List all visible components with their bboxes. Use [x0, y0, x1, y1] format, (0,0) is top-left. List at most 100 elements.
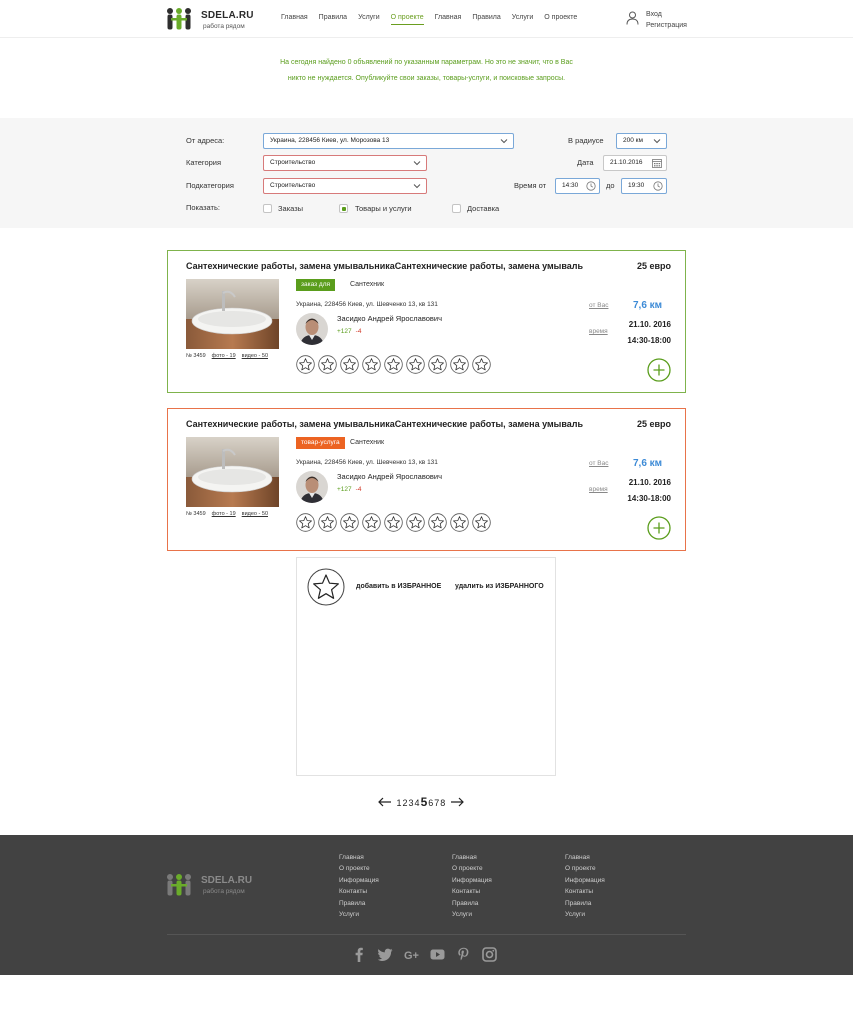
- avatar[interactable]: [296, 313, 328, 345]
- rating-star-icon[interactable]: [296, 513, 315, 534]
- nav-item[interactable]: Правила: [472, 14, 500, 25]
- footer-logo[interactable]: SDELA.RU работа рядом: [166, 871, 256, 901]
- rating-star-icon[interactable]: [472, 355, 491, 376]
- footer-link[interactable]: О проекте: [452, 863, 492, 874]
- author-name[interactable]: Засидко Андрей Ярославович: [337, 314, 442, 323]
- rating-star-icon[interactable]: [296, 355, 315, 376]
- add-button[interactable]: [647, 516, 671, 540]
- footer-link[interactable]: Контакты: [452, 886, 492, 897]
- footer-link[interactable]: Главная: [339, 852, 379, 863]
- facebook-icon[interactable]: [352, 947, 367, 962]
- rating-star-icon[interactable]: [318, 355, 337, 376]
- rating-star-icon[interactable]: [406, 513, 425, 534]
- footer-link[interactable]: Информация: [339, 875, 379, 886]
- nav-item[interactable]: Услуги: [512, 14, 534, 25]
- footer-link[interactable]: Главная: [452, 852, 492, 863]
- author-name[interactable]: Засидко Андрей Ярославович: [337, 472, 442, 481]
- logo[interactable]: SDELA.RU работа рядом: [166, 5, 256, 35]
- checkbox-orders[interactable]: [263, 204, 272, 213]
- listing-card[interactable]: Сантехнические работы, замена умывальник…: [167, 408, 686, 551]
- time-to-input[interactable]: 19:30: [621, 178, 667, 194]
- pinterest-icon[interactable]: [456, 947, 471, 962]
- photo-count-link[interactable]: фото - 19: [212, 511, 236, 517]
- footer-link[interactable]: Информация: [565, 875, 605, 886]
- rating-star-icon[interactable]: [362, 355, 381, 376]
- rating-star-icon[interactable]: [318, 513, 337, 534]
- rating-star-icon[interactable]: [472, 513, 491, 534]
- footer-link[interactable]: О проекте: [339, 863, 379, 874]
- star-icon[interactable]: [307, 568, 345, 606]
- nav-item[interactable]: Главная: [281, 14, 308, 25]
- rating-star-icon[interactable]: [428, 513, 447, 534]
- video-count-link[interactable]: видео - 50: [242, 511, 268, 517]
- footer-link[interactable]: Услуги: [565, 909, 605, 920]
- time-from-label: Время от: [514, 181, 547, 190]
- listing-title[interactable]: Сантехнические работы, замена умывальник…: [186, 419, 583, 429]
- subcategory-select[interactable]: Строительство: [263, 178, 427, 194]
- listing-photo[interactable]: [186, 437, 279, 507]
- address-select[interactable]: Украина, 228456 Киев, ул. Морозова 13: [263, 133, 514, 149]
- footer-link[interactable]: Правила: [565, 898, 605, 909]
- time-from-input[interactable]: 14:30: [555, 178, 600, 194]
- time-from-value: 14:30: [562, 182, 579, 189]
- footer-link[interactable]: Услуги: [452, 909, 492, 920]
- twitter-icon[interactable]: [378, 947, 393, 962]
- login-link[interactable]: Вход: [646, 9, 687, 20]
- nav-item[interactable]: Главная: [435, 14, 462, 25]
- date-input[interactable]: 21.10.2016: [603, 155, 667, 171]
- rating-star-icon[interactable]: [384, 355, 403, 376]
- arrow-left-icon[interactable]: [378, 797, 392, 807]
- checkbox-goods-services-label[interactable]: Товары и услуги: [355, 204, 412, 213]
- user-icon[interactable]: [626, 11, 639, 25]
- rating-star-icon[interactable]: [450, 355, 469, 376]
- footer-link[interactable]: Контакты: [565, 886, 605, 897]
- page-number[interactable]: 8: [440, 798, 446, 808]
- remove-from-favorites[interactable]: удалить из ИЗБРАННОГО: [455, 583, 544, 590]
- radius-select[interactable]: 200 км: [616, 133, 667, 149]
- rating-star-icon[interactable]: [362, 513, 381, 534]
- rating-star-icon[interactable]: [406, 355, 425, 376]
- photo-count-link[interactable]: фото - 19: [212, 353, 236, 359]
- add-button[interactable]: [647, 358, 671, 382]
- video-count-link[interactable]: видео - 50: [242, 353, 268, 359]
- nav-item[interactable]: Услуги: [358, 14, 380, 25]
- footer-link[interactable]: Правила: [452, 898, 492, 909]
- footer-link[interactable]: Услуги: [339, 909, 379, 920]
- listing-meta: № 3459 фото - 19 видео - 50: [186, 353, 274, 359]
- listing-photo[interactable]: [186, 279, 279, 349]
- add-to-favorites[interactable]: добавить в ИЗБРАННОЕ: [356, 583, 441, 590]
- pagination: 12345678: [378, 795, 464, 809]
- youtube-icon[interactable]: [430, 947, 445, 962]
- checkbox-orders-label[interactable]: Заказы: [278, 204, 303, 213]
- rating-star-icon[interactable]: [340, 355, 359, 376]
- avatar[interactable]: [296, 471, 328, 503]
- checkbox-delivery-label[interactable]: Доставка: [467, 204, 499, 213]
- nav-item[interactable]: Правила: [319, 14, 347, 25]
- page-number[interactable]: 5: [420, 795, 428, 809]
- listing-card[interactable]: Сантехнические работы, замена умывальник…: [167, 250, 686, 393]
- listing-title[interactable]: Сантехнические работы, замена умывальник…: [186, 261, 583, 271]
- rating-star-icon[interactable]: [450, 513, 469, 534]
- arrow-right-icon[interactable]: [450, 797, 464, 807]
- footer-link[interactable]: Правила: [339, 898, 379, 909]
- nav-item[interactable]: О проекте: [544, 14, 577, 25]
- calendar-icon[interactable]: [652, 158, 662, 168]
- logo-icon: [167, 874, 191, 896]
- rating-star-icon[interactable]: [340, 513, 359, 534]
- footer-link[interactable]: Главная: [565, 852, 605, 863]
- footer-link[interactable]: Контакты: [339, 886, 379, 897]
- empty-results-notice: На сегодня найдено 0 объявлений по указа…: [280, 59, 573, 82]
- footer-link[interactable]: Информация: [452, 875, 492, 886]
- register-link[interactable]: Регистрация: [646, 20, 687, 31]
- category-label: Категория: [186, 158, 222, 167]
- rating-star-icon[interactable]: [384, 513, 403, 534]
- nav-item[interactable]: О проекте: [390, 14, 424, 25]
- google-plus-icon[interactable]: G+: [404, 947, 419, 962]
- instagram-icon[interactable]: [482, 947, 497, 962]
- footer-column: Главная О проекте Информация Контакты Правил…: [565, 852, 605, 920]
- category-select[interactable]: Строительство: [263, 155, 427, 171]
- rating-star-icon[interactable]: [428, 355, 447, 376]
- checkbox-goods-services[interactable]: [339, 204, 348, 213]
- checkbox-delivery[interactable]: [452, 204, 461, 213]
- footer-link[interactable]: О проекте: [565, 863, 605, 874]
